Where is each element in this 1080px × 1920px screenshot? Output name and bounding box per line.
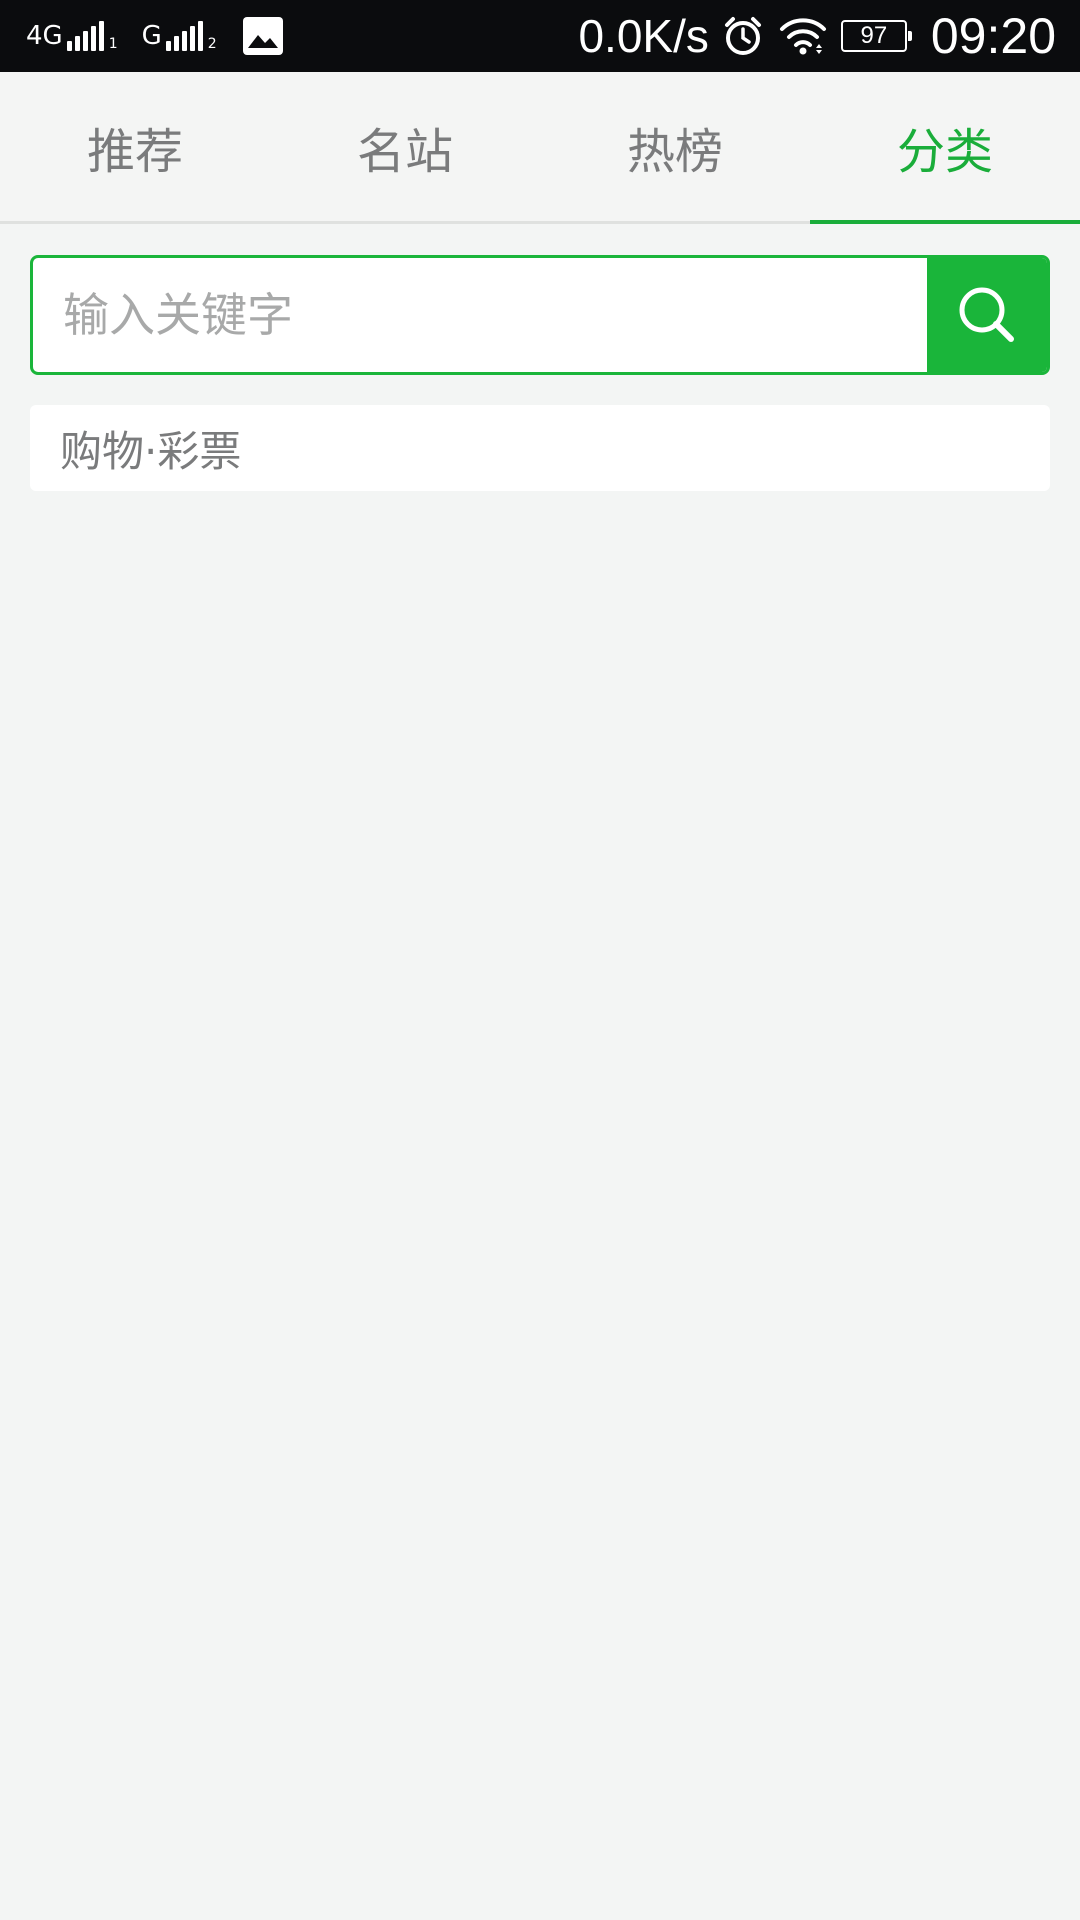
sim2-network-type: G bbox=[141, 21, 162, 51]
search-bar bbox=[30, 255, 1050, 375]
signal-icon bbox=[165, 21, 206, 51]
alarm-icon bbox=[724, 17, 761, 55]
sim1-signal: 4G 1 bbox=[26, 21, 118, 51]
signal-icon bbox=[66, 21, 107, 51]
status-bar-left: 4G 1 G 2 bbox=[26, 17, 283, 55]
tab-bar: 推荐 名站 热榜 分类 bbox=[0, 72, 1080, 224]
tab-categories[interactable]: 分类 bbox=[810, 72, 1080, 224]
search-input[interactable] bbox=[33, 258, 927, 372]
sim1-network-type: 4G bbox=[26, 21, 63, 51]
image-notification-icon bbox=[242, 17, 283, 55]
search-button[interactable] bbox=[927, 258, 1047, 372]
sim2-slot-number: 2 bbox=[207, 36, 217, 52]
status-bar: 4G 1 G 2 0.0K/s 97 09:20 bbox=[0, 0, 1080, 72]
tab-famous-sites[interactable]: 名站 bbox=[270, 72, 540, 221]
category-item-shopping-lottery[interactable]: 购物·彩票 bbox=[30, 405, 1050, 491]
clock: 09:20 bbox=[930, 8, 1056, 64]
battery-level: 97 bbox=[860, 22, 888, 49]
sim2-signal: G 2 bbox=[142, 21, 217, 51]
search-icon bbox=[959, 287, 1014, 342]
wifi-icon bbox=[779, 18, 826, 55]
status-bar-right: 0.0K/s 97 09:20 bbox=[578, 7, 1056, 65]
sim1-slot-number: 1 bbox=[108, 36, 118, 52]
network-speed: 0.0K/s bbox=[578, 10, 709, 62]
tab-hot-list[interactable]: 热榜 bbox=[540, 72, 810, 221]
category-label: 购物·彩票 bbox=[60, 426, 242, 476]
tab-recommended[interactable]: 推荐 bbox=[0, 72, 270, 221]
battery-icon: 97 bbox=[840, 20, 912, 52]
